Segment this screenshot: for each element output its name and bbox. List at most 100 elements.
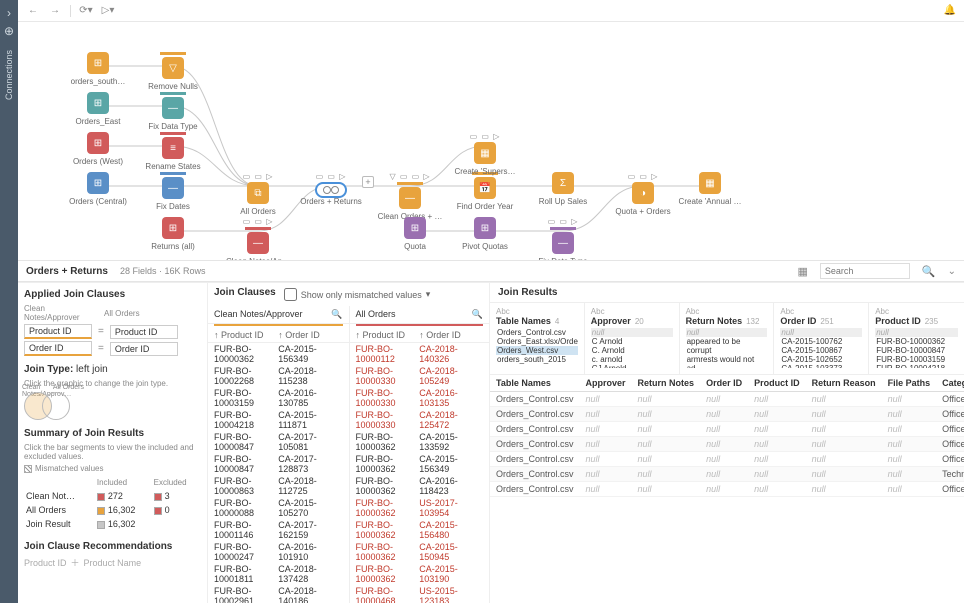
- jr-data-table[interactable]: Table NamesApproverReturn NotesOrder IDP…: [490, 375, 964, 497]
- jr-col-header[interactable]: Order ID: [700, 375, 748, 392]
- jr-col-header[interactable]: Category: [936, 375, 964, 392]
- jc-row[interactable]: FUR-BO-10003159CA-2016-130785: [208, 387, 349, 409]
- flow-node-rollup[interactable]: ΣRoll Up Sales: [528, 172, 598, 207]
- flow-node-all-orders[interactable]: ▭ ▭ ▷⧉All Orders: [223, 172, 293, 217]
- flow-node-src-central[interactable]: ⊞Orders (Central): [63, 172, 133, 207]
- jc-row[interactable]: FUR-BO-10001811CA-2018-137428: [208, 563, 349, 585]
- show-mismatched-checkbox[interactable]: Show only mismatched values ▾: [284, 288, 431, 301]
- jc-row[interactable]: FUR-BO-10000847CA-2017-105081: [208, 431, 349, 453]
- jc-row[interactable]: FUR-BO-10000362CA-2015-103190: [350, 563, 490, 585]
- flow-node-src-south[interactable]: ⊞orders_south…: [63, 52, 133, 87]
- flow-node-fix-dt[interactable]: —Fix Data Type: [138, 92, 208, 132]
- jc-row[interactable]: FUR-BO-10000362CA-2016-118423: [350, 475, 490, 497]
- flow-node-rn-states[interactable]: ≡Rename States: [138, 132, 208, 172]
- jc-row[interactable]: FUR-BO-10000863CA-2018-112725: [208, 475, 349, 497]
- flow-node-fix-dates[interactable]: —Fix Dates: [138, 172, 208, 212]
- jr-col-header[interactable]: File Paths: [882, 375, 937, 392]
- flow-node-pivot-quotas[interactable]: ⊞Pivot Quotas: [450, 217, 520, 252]
- jr-card[interactable]: AbcOrder ID251nullCA-2015-100762CA-2015-…: [774, 303, 869, 374]
- nav-fwd-icon[interactable]: →: [48, 4, 62, 18]
- grid-view-icon[interactable]: ▦: [798, 265, 808, 278]
- summary-row-name[interactable]: All Orders: [24, 503, 95, 517]
- search-icon[interactable]: 🔍: [922, 265, 936, 278]
- venn-diagram[interactable]: Clean Notes/Approv… All Orders: [24, 392, 80, 422]
- jr-card[interactable]: AbcProduct ID235nullFUR-BO-10000362FUR-B…: [869, 303, 964, 374]
- jc-left-name: Clean Notes/Approver: [214, 309, 303, 320]
- flow-node-orders-returns[interactable]: ▭ ▭ ▷+Orders + Returns: [296, 172, 366, 207]
- table-row[interactable]: Orders_Control.csvnullnullnullnullnullnu…: [490, 422, 964, 437]
- table-row[interactable]: Orders_Control.csvnullnullnullnullnullnu…: [490, 452, 964, 467]
- search-icon[interactable]: 🔍: [331, 309, 342, 320]
- flow-node-rm-nulls[interactable]: ▽Remove Nulls: [138, 52, 208, 92]
- step-search-input[interactable]: [820, 263, 910, 279]
- rec-row[interactable]: Product ID ＋ Product Name: [24, 556, 201, 569]
- flow-node-create-annual[interactable]: ▦Create 'Annual …: [675, 172, 745, 207]
- main: ← → ⟳▾ ▷▾ 🔔 ⊞orders_south…▽Remove Nulls⊞…: [18, 0, 964, 603]
- jc-row[interactable]: FUR-BO-10000330CA-2018-105249: [350, 365, 490, 387]
- jc-row[interactable]: FUR-BO-10000330CA-2016-103135: [350, 387, 490, 409]
- jc-row[interactable]: FUR-BO-10000362CA-2015-156349: [208, 343, 349, 365]
- jc-row[interactable]: FUR-BO-10000330CA-2018-125472: [350, 409, 490, 431]
- jr-card[interactable]: AbcReturn Notes132nullappeared to be cor…: [680, 303, 775, 374]
- join-type-value: left join: [76, 364, 108, 375]
- flow-node-create-super[interactable]: ▭ ▭ ▷▦Create 'Supers…: [450, 132, 520, 177]
- jc-row[interactable]: FUR-BO-10000362CA-2015-156349: [350, 453, 490, 475]
- jc-row[interactable]: FUR-BO-10000847CA-2017-128873: [208, 453, 349, 475]
- flow-node-returns[interactable]: ⊞Returns (all): [138, 217, 208, 252]
- jr-col-header[interactable]: Approver: [580, 375, 632, 392]
- flow-node-find-year[interactable]: 📅Find Order Year: [450, 172, 520, 212]
- jc-row[interactable]: FUR-BO-10002268CA-2018-115238: [208, 365, 349, 387]
- collapse-panel-icon[interactable]: ⌄: [948, 266, 956, 277]
- show-mismatched-input[interactable]: [284, 288, 297, 301]
- table-row[interactable]: Orders_Control.csvnullnullnullnullnullnu…: [490, 437, 964, 452]
- rail-add-icon[interactable]: ⊕: [4, 24, 14, 38]
- jr-col-header[interactable]: Return Notes: [632, 375, 701, 392]
- jc-row[interactable]: FUR-BO-10004218CA-2015-111871: [208, 409, 349, 431]
- flow-node-clean-orders[interactable]: ▽ ▭ ▭ ▷—Clean Orders + …: [375, 172, 445, 222]
- jc-row[interactable]: FUR-BO-10000362CA-2015-133592: [350, 431, 490, 453]
- jr-col-header[interactable]: Table Names: [490, 375, 580, 392]
- jr-col-header[interactable]: Product ID: [748, 375, 806, 392]
- rail-expand-icon[interactable]: ›: [7, 6, 11, 20]
- jc-row[interactable]: FUR-BO-10000362CA-2015-150945: [350, 541, 490, 563]
- jc-row[interactable]: FUR-BO-10000112CA-2018-140326: [350, 343, 490, 365]
- step-toolbar: Orders + Returns 28 Fields · 16K Rows ▦ …: [18, 260, 964, 282]
- refresh-icon[interactable]: ⟳▾: [79, 4, 93, 18]
- flow-node-src-east[interactable]: ⊞Orders_East: [63, 92, 133, 127]
- flow-node-clean-notes[interactable]: ▭ ▭ ▷—Clean Notes/Ap…: [223, 217, 293, 260]
- run-flow-icon[interactable]: ▷▾: [101, 4, 115, 18]
- flow-node-quota-orders[interactable]: ▭ ▭ ▷◑Quota + Orders: [608, 172, 678, 217]
- jr-card[interactable]: AbcApprover20nullC ArnoldC. Arnoldc. arn…: [585, 303, 680, 374]
- jc-row[interactable]: FUR-BO-10000088CA-2015-105270: [208, 497, 349, 519]
- clause-right-field[interactable]: Product ID: [110, 325, 178, 339]
- step-meta: 28 Fields · 16K Rows: [120, 266, 206, 276]
- flow-canvas[interactable]: ⊞orders_south…▽Remove Nulls⊞Orders_East—…: [18, 22, 964, 260]
- flow-node-fix-dt2[interactable]: ▭ ▭ ▷—Fix Data Type: [528, 217, 598, 260]
- table-row[interactable]: Orders_Control.csvnullnullnullnullnullnu…: [490, 407, 964, 422]
- jc-row[interactable]: FUR-BO-10000362US-2017-103954: [350, 497, 490, 519]
- jr-card[interactable]: AbcTable Names4Orders_Control.csvOrders_…: [490, 303, 585, 374]
- rec-title: Join Clause Recommendations: [24, 541, 201, 552]
- jc-row[interactable]: FUR-BO-10000468US-2015-123183: [350, 585, 490, 603]
- table-row[interactable]: Orders_Control.csvnullnullnullnullnullnu…: [490, 482, 964, 497]
- summary-row-name[interactable]: Clean Not…: [24, 489, 95, 503]
- jc-row[interactable]: FUR-BO-10001146CA-2017-162159: [208, 519, 349, 541]
- clause-right-field[interactable]: Order ID: [110, 342, 178, 356]
- flow-node-quota[interactable]: ⊞Quota: [380, 217, 450, 252]
- flow-node-src-west[interactable]: ⊞Orders (West): [63, 132, 133, 167]
- clause-left-field[interactable]: Product ID: [24, 324, 92, 339]
- jc-row[interactable]: FUR-BO-10000362CA-2015-156480: [350, 519, 490, 541]
- jr-col-header[interactable]: Return Reason: [806, 375, 882, 392]
- jc-left-table: Clean Notes/Approver🔍 ↑ Product ID↑ Orde…: [208, 306, 349, 603]
- rail-tab-connections[interactable]: Connections: [2, 42, 16, 108]
- clause-left-field[interactable]: Order ID: [24, 341, 92, 356]
- jc-row[interactable]: FUR-BO-10002961CA-2018-140186: [208, 585, 349, 603]
- alerts-icon[interactable]: 🔔: [944, 5, 956, 16]
- table-row[interactable]: Orders_Control.csvnullnullnullnullnullnu…: [490, 392, 964, 407]
- jc-row[interactable]: FUR-BO-10000247CA-2016-101910: [208, 541, 349, 563]
- search-icon[interactable]: 🔍: [472, 309, 483, 320]
- summary-row-name[interactable]: Join Result: [24, 517, 95, 531]
- table-row[interactable]: Orders_Control.csvnullnullnullnullnullnu…: [490, 467, 964, 482]
- left-rail: › ⊕ Connections: [0, 0, 18, 603]
- nav-back-icon[interactable]: ←: [26, 4, 40, 18]
